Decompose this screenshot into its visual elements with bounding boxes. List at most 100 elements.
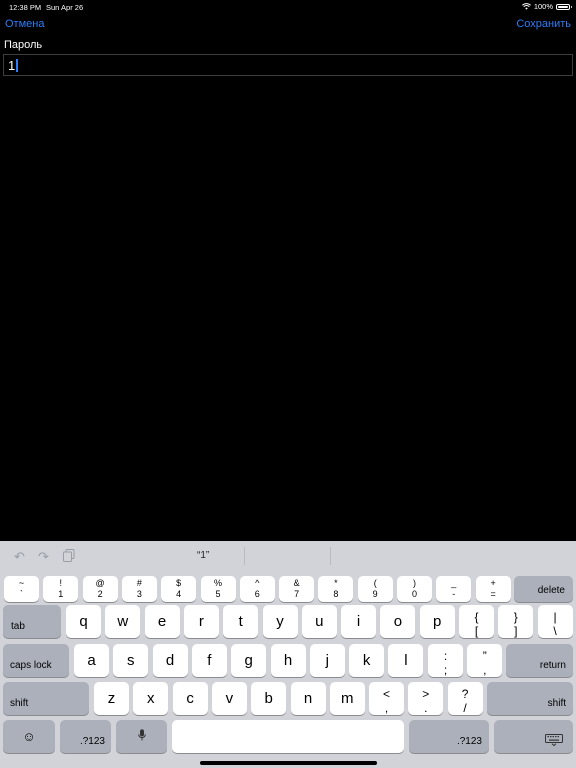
key-label: a [87, 651, 96, 669]
letter-key[interactable]: h [270, 644, 306, 677]
numbers-toggle-left-key[interactable]: .?123 [60, 720, 111, 753]
paste-icon[interactable] [63, 549, 75, 565]
symbol-key[interactable]: <, [369, 682, 404, 715]
key-label: z [107, 689, 116, 707]
number-key[interactable]: ) 0 [397, 576, 432, 602]
letter-key[interactable]: i [341, 605, 377, 638]
suggestion-divider [244, 547, 245, 565]
return-key[interactable]: return [506, 644, 573, 677]
symbol-key[interactable]: }] [498, 605, 534, 638]
key-shift-label: } [513, 610, 518, 624]
key-label: u [315, 612, 324, 630]
key-shift-label: > [422, 687, 430, 701]
letter-key[interactable]: s [113, 644, 149, 677]
letter-key[interactable]: t [223, 605, 259, 638]
letter-key[interactable]: e [144, 605, 180, 638]
emoji-key[interactable]: ☺ [3, 720, 55, 753]
key-label: b [264, 689, 273, 707]
letter-key[interactable]: x [133, 682, 169, 715]
letter-key[interactable]: z [94, 682, 129, 715]
number-key[interactable]: #3 [121, 576, 157, 602]
letter-key[interactable]: n [290, 682, 326, 715]
letter-key[interactable]: j [309, 644, 345, 677]
letter-key[interactable]: g [231, 644, 267, 677]
key-label: j [325, 651, 329, 669]
number-key[interactable]: * 8 [318, 576, 354, 602]
letter-key[interactable]: y [262, 605, 298, 638]
tab-key[interactable]: tab [3, 605, 61, 638]
letter-key[interactable]: f [191, 644, 227, 677]
symbol-key[interactable]: :; [428, 644, 463, 677]
letter-key[interactable]: v [211, 682, 247, 715]
letter-key[interactable]: q [66, 605, 101, 638]
key-shift-label: | [553, 610, 557, 624]
number-key[interactable]: (9 [357, 576, 393, 602]
key-shift-label: * [334, 578, 338, 588]
key-label: 1 [58, 589, 64, 599]
number-key[interactable]: @2 [82, 576, 118, 602]
key-shift-label: { [474, 610, 479, 624]
letter-key[interactable]: b [251, 682, 287, 715]
shift-right-key[interactable]: shift [487, 682, 573, 715]
cancel-button[interactable]: Отмена [5, 18, 44, 30]
keyboard-hide-icon [545, 734, 563, 749]
number-key[interactable]: ! 1 [43, 576, 79, 602]
wifi-icon [521, 3, 531, 10]
password-field[interactable]: 1 [3, 54, 573, 76]
letter-key[interactable]: u [301, 605, 337, 638]
symbol-key[interactable]: ”, [467, 644, 503, 677]
shift-label: shift [10, 698, 29, 709]
symbol-key[interactable]: {[ [459, 605, 494, 638]
key-label: t [238, 612, 243, 630]
number-key[interactable]: $4 [161, 576, 197, 602]
home-indicator [200, 761, 377, 765]
key-label: x [147, 689, 155, 707]
letter-key[interactable]: p [419, 605, 455, 638]
letter-key[interactable]: w [105, 605, 141, 638]
undo-icon[interactable]: ↶ [14, 549, 25, 565]
number-key[interactable]: & 7 [279, 576, 315, 602]
letter-key[interactable]: l [388, 644, 424, 677]
hide-keyboard-key[interactable] [494, 720, 573, 753]
numbers-toggle-right-key[interactable]: .?123 [409, 720, 489, 753]
key-label: , [384, 701, 389, 715]
save-button[interactable]: Сохранить [516, 18, 571, 30]
delete-label: delete [537, 585, 565, 596]
number-key[interactable]: % 5 [200, 576, 236, 602]
number-key[interactable]: ~ ` [4, 576, 39, 602]
number-key[interactable]: + = [475, 576, 511, 602]
key-label: k [362, 651, 371, 669]
suggestion-divider [330, 547, 331, 565]
suggestion-item[interactable]: “1” [197, 550, 209, 561]
symbol-key[interactable]: | \ [537, 605, 573, 638]
key-label: d [165, 651, 175, 669]
space-key[interactable] [172, 720, 404, 753]
letter-key[interactable]: a [74, 644, 109, 677]
letter-key[interactable]: k [349, 644, 385, 677]
letter-key[interactable]: d [152, 644, 188, 677]
key-label: 6 [254, 589, 260, 599]
key-shift-label: ! [59, 578, 63, 588]
shift-left-key[interactable]: shift [3, 682, 89, 715]
letter-key[interactable]: c [172, 682, 208, 715]
letter-key[interactable]: r [183, 605, 219, 638]
number-key[interactable]: ^ 6 [239, 576, 275, 602]
key-label: v [225, 689, 234, 707]
caps-lock-label: caps lock [10, 660, 52, 671]
key-label: = [490, 589, 496, 599]
key-label: p [433, 612, 442, 630]
caps-lock-key[interactable]: caps lock [3, 644, 69, 677]
letter-key[interactable]: o [380, 605, 416, 638]
key-shift-label: : [443, 649, 448, 663]
key-label: f [207, 651, 212, 669]
redo-icon[interactable]: ↷ [38, 549, 49, 565]
key-shift-label: ) [413, 578, 416, 588]
dictation-key[interactable] [116, 720, 167, 753]
symbol-key[interactable]: ? / [447, 682, 483, 715]
symbol-key[interactable]: >. [408, 682, 444, 715]
key-shift-label: ^ [255, 578, 260, 588]
key-label: 3 [136, 589, 142, 599]
number-key[interactable]: _ - [436, 576, 472, 602]
letter-key[interactable]: m [329, 682, 365, 715]
delete-key[interactable]: delete [514, 576, 573, 602]
